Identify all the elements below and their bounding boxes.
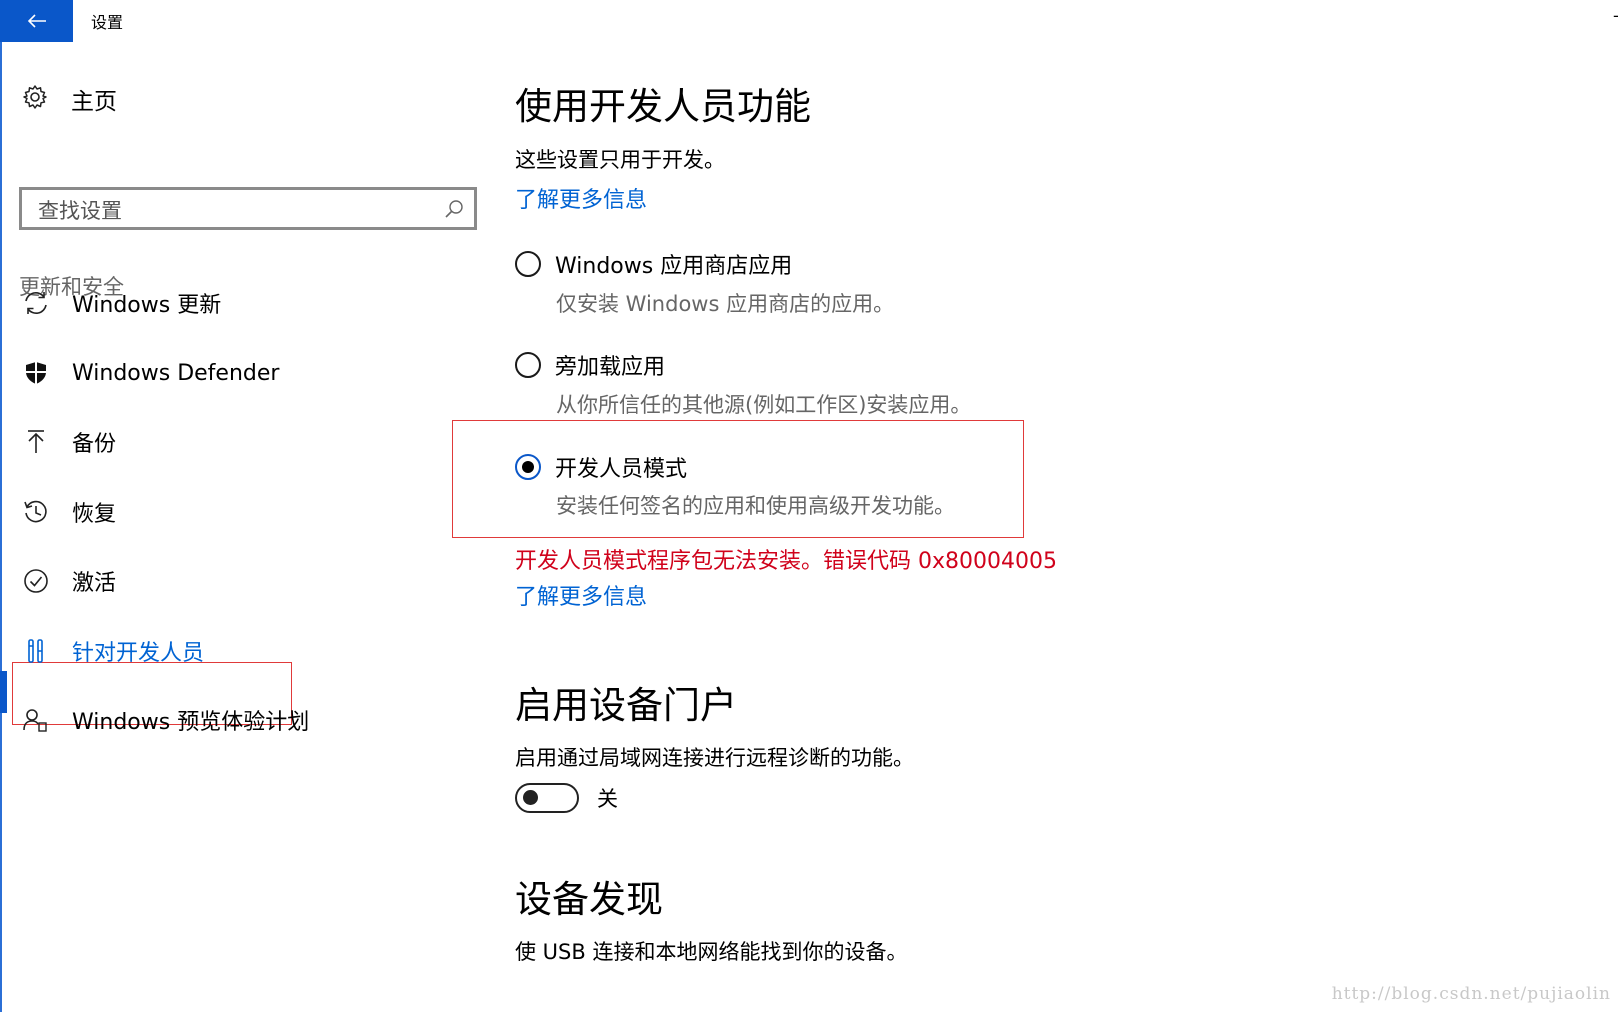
sidebar-item-label: Windows Defender <box>72 360 280 386</box>
annotation-highlight-box <box>452 420 1024 538</box>
sidebar-item-backup[interactable]: 备份 <box>22 422 116 462</box>
error-message: 开发人员模式程序包无法安装。错误代码 0x80004005 <box>515 549 1057 574</box>
sidebar-item-for-developers[interactable]: 针对开发人员 <box>22 631 204 671</box>
sidebar-item-label: Windows 更新 <box>72 293 222 318</box>
watermark: http://blog.csdn.net/pujiaolin <box>1331 984 1611 1004</box>
search-box[interactable] <box>19 187 477 230</box>
developer-tools-icon <box>22 637 50 665</box>
upload-arrow-icon <box>22 428 50 456</box>
sync-icon <box>22 289 50 317</box>
sidebar-item-activation[interactable]: 激活 <box>22 561 116 601</box>
sidebar-item-label: 激活 <box>72 571 117 596</box>
radio-option-sideload[interactable]: 旁加载应用 <box>515 349 665 381</box>
dev-features-description: 这些设置只用于开发。 <box>515 148 725 172</box>
toggle-state-label: 关 <box>597 787 618 811</box>
home-label: 主页 <box>71 89 117 115</box>
device-portal-toggle-row[interactable]: 关 <box>515 783 618 813</box>
radio-description: 从你所信任的其他源(例如工作区)安装应用。 <box>556 393 972 417</box>
title-bar: 设置 - <box>0 0 1623 42</box>
window-title: 设置 <box>91 13 124 32</box>
active-indicator <box>0 671 7 713</box>
device-portal-title: 启用设备门户 <box>515 684 737 727</box>
sidebar-item-label: 恢复 <box>72 502 117 527</box>
check-circle-icon <box>22 567 50 595</box>
sidebar-item-recovery[interactable]: 恢复 <box>22 492 116 532</box>
shield-icon <box>22 359 50 387</box>
sidebar-item-label: 备份 <box>72 432 117 457</box>
radio-label: Windows 应用商店应用 <box>555 254 793 279</box>
history-icon <box>22 498 50 526</box>
settings-window: 设置 - 主页 更新和安全 <box>0 0 1623 1012</box>
insider-person-icon <box>22 706 50 734</box>
device-discovery-description: 使 USB 连接和本地网络能找到你的设备。 <box>515 940 908 964</box>
learn-more-link[interactable]: 了解更多信息 <box>515 182 647 214</box>
minimize-button[interactable]: - <box>1613 6 1623 25</box>
sidebar-item-home[interactable]: 主页 <box>22 82 117 116</box>
device-portal-toggle[interactable] <box>515 783 579 813</box>
gear-icon <box>22 84 48 114</box>
error-learn-more-link[interactable]: 了解更多信息 <box>515 579 647 611</box>
sidebar-item-label: Windows 预览体验计划 <box>72 710 310 735</box>
device-discovery-title: 设备发现 <box>515 878 663 921</box>
radio-button[interactable] <box>515 352 541 378</box>
arrow-left-icon <box>27 14 46 28</box>
back-button[interactable] <box>0 0 73 42</box>
radio-description: 仅安装 Windows 应用商店的应用。 <box>556 292 895 316</box>
sidebar: 主页 更新和安全 Windows 更新 <box>0 42 477 1012</box>
sidebar-item-insider[interactable]: Windows 预览体验计划 <box>22 700 309 740</box>
sidebar-item-windows-defender[interactable]: Windows Defender <box>22 353 279 393</box>
radio-button[interactable] <box>515 251 541 277</box>
device-portal-description: 启用通过局域网连接进行远程诊断的功能。 <box>515 746 914 770</box>
search-icon[interactable] <box>444 199 464 223</box>
search-input[interactable] <box>36 196 430 226</box>
dev-features-title: 使用开发人员功能 <box>515 85 811 128</box>
sidebar-item-windows-update[interactable]: Windows 更新 <box>22 283 221 323</box>
sidebar-item-label: 针对开发人员 <box>72 641 205 666</box>
toggle-knob <box>523 790 538 805</box>
radio-label: 旁加载应用 <box>555 355 666 380</box>
radio-option-store-apps[interactable]: Windows 应用商店应用 <box>515 248 792 280</box>
